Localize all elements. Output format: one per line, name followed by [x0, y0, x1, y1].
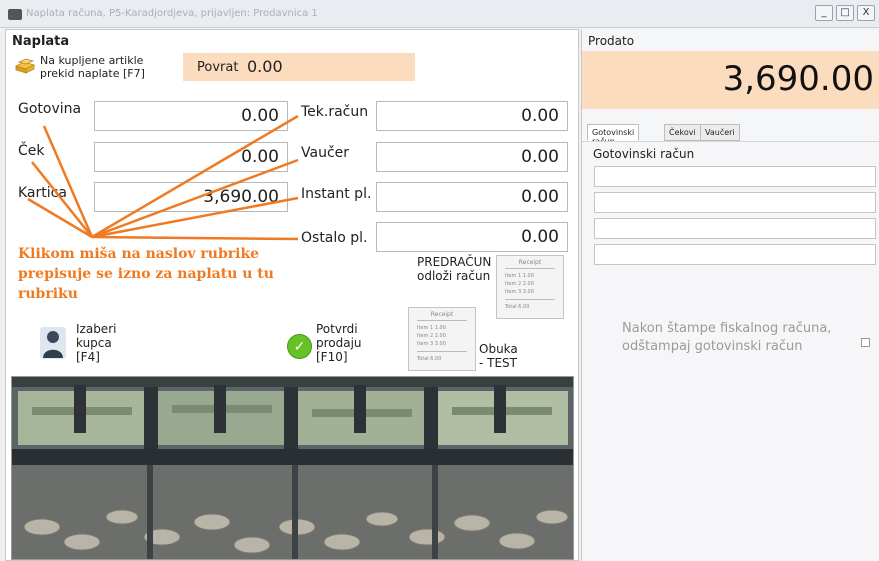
tab-title: Gotovinski račun: [593, 147, 695, 161]
receipt-icon[interactable]: Receipt Item 1 1.00 Item 2 2.00 Item 3 3…: [496, 255, 564, 319]
app-icon: [8, 9, 22, 20]
receipt-header: Receipt: [518, 259, 542, 266]
izaberi-line-1: Izaberi: [76, 322, 117, 336]
payment-panel: Naplata Na kupljene artikle prekid napla…: [5, 29, 579, 561]
izaberi-line-2: kupca: [76, 336, 112, 350]
izaberi-line-3: [F4]: [76, 350, 100, 364]
close-button[interactable]: X: [857, 5, 875, 21]
sales-panel: Prodato 3,690.00 Gotovinski račun Čekovi…: [581, 29, 879, 561]
print-cash-receipt-checkbox[interactable]: [861, 338, 870, 347]
obuka-label: Obuka - TEST: [479, 342, 518, 370]
cash-drawer-photo: [11, 376, 574, 560]
receipt-total: Total 6.00: [505, 304, 530, 310]
receipt-line-input[interactable]: [594, 192, 876, 213]
predracun-line-1: PREDRAČUN: [417, 255, 492, 269]
prodato-box: 3,690.00: [582, 51, 879, 109]
note-line-1: Nakon štampe fiskalnog računa,: [622, 321, 832, 336]
tab-gotovinski-racun[interactable]: Gotovinski račun: [587, 124, 640, 146]
potvrdi-prodaju-button[interactable]: Potvrdi prodaju [F10]: [316, 322, 362, 364]
tab-cekovi[interactable]: Čekovi: [664, 124, 701, 141]
receipt-line-input[interactable]: [594, 244, 876, 265]
note-line-2: odštampaj gotovinski račun: [622, 339, 803, 354]
predracun-button[interactable]: PREDRAČUN odloži račun: [417, 255, 491, 283]
prodato-label: Prodato: [588, 34, 635, 48]
person-icon[interactable]: [40, 327, 66, 359]
tab-vauceri[interactable]: Vaučeri: [700, 124, 740, 141]
obuka-line-2: - TEST: [479, 356, 518, 370]
receipt-line-input[interactable]: [594, 166, 876, 187]
predracun-line-2: odloži račun: [417, 269, 491, 283]
window-title: Naplata računa, P5-Karadjordjeva, prijav…: [26, 8, 318, 19]
check-icon[interactable]: ✓: [287, 334, 312, 359]
receipt-header: Receipt: [430, 311, 454, 318]
receipt-row: Item 2 2.00: [417, 333, 446, 339]
tab-content: Gotovinski račun Nakon štampe fiskalnog …: [582, 141, 879, 561]
receipt-icon[interactable]: Receipt Item 1 1.00 Item 2 2.00 Item 3 3…: [408, 307, 476, 371]
prodato-value: 3,690.00: [722, 59, 874, 99]
receipt-line-input[interactable]: [594, 218, 876, 239]
receipt-row: Item 2 2.00: [505, 281, 534, 287]
minimize-button[interactable]: _: [815, 5, 833, 21]
receipt-row: Item 1 1.00: [417, 325, 446, 331]
potvrdi-line-1: Potvrdi: [316, 322, 358, 336]
receipt-row: Item 3 3.00: [417, 341, 446, 347]
potvrdi-line-3: [F10]: [316, 350, 348, 364]
obuka-line-1: Obuka: [479, 342, 518, 356]
receipt-row: Item 1 1.00: [505, 273, 534, 279]
annotation-text: Klikom miša na naslov rubrike prepisuje …: [18, 246, 274, 302]
print-cash-receipt-note: Nakon štampe fiskalnog računa, odštampaj…: [622, 320, 831, 356]
receipt-row: Item 3 3.00: [505, 289, 534, 295]
title-bar: Naplata računa, P5-Karadjordjeva, prijav…: [0, 0, 879, 28]
potvrdi-line-2: prodaju: [316, 336, 362, 350]
maximize-button[interactable]: □: [836, 5, 854, 21]
izaberi-kupca-button[interactable]: Izaberi kupca [F4]: [76, 322, 116, 364]
receipt-total: Total 6.00: [417, 356, 442, 362]
